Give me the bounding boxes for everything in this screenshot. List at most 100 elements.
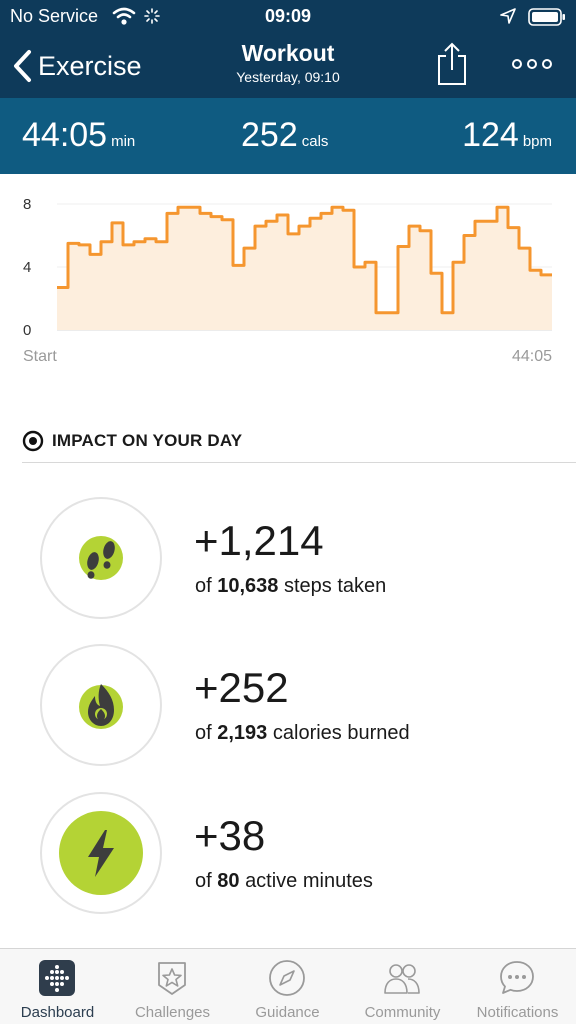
battery-icon	[528, 8, 565, 26]
tab-dashboard-label: Dashboard	[20, 1004, 95, 1021]
tab-community-label: Community	[364, 1004, 441, 1021]
steps-total: 10,638	[217, 575, 279, 597]
chart-segment	[387, 313, 398, 330]
chart-segment	[68, 243, 79, 330]
chart-segment	[266, 221, 277, 330]
chart-segment	[288, 234, 299, 330]
share-icon[interactable]	[436, 42, 468, 86]
chart-segment	[244, 248, 255, 330]
chart-segment	[310, 218, 321, 330]
calories-suffix: calories burned	[272, 722, 410, 744]
chart-segment	[409, 226, 420, 330]
tab-notifications[interactable]: Notifications	[460, 949, 575, 1024]
tab-guidance[interactable]: Guidance	[230, 949, 345, 1024]
tab-bar: Dashboard Challenges Guidance Community …	[0, 948, 576, 1024]
chart-segment	[222, 220, 233, 330]
active-minutes-description: of 80 active minutes	[195, 870, 373, 893]
impact-heading: IMPACT ON YOUR DAY	[52, 431, 243, 450]
activity-chart: 0 4 8 Start 44:05	[0, 174, 576, 374]
impact-row-active-minutes: +38 of 80 active minutes	[0, 792, 576, 916]
status-time: 09:09	[264, 6, 312, 26]
page-title-block: Workout Yesterday, 09:10	[188, 40, 388, 85]
active-minutes-total: 80	[217, 870, 240, 892]
chart-segment	[156, 242, 167, 330]
compass-icon	[269, 960, 305, 996]
tab-notifications-label: Notifications	[476, 1004, 559, 1021]
chart-segment	[167, 213, 178, 330]
tab-guidance-label: Guidance	[255, 1004, 320, 1021]
page-subtitle: Yesterday, 09:10	[236, 69, 340, 85]
chart-segment	[321, 213, 332, 330]
workout-summary: 44:05 min 252 cals 124 bpm	[0, 98, 576, 174]
active-minutes-prefix: of	[195, 870, 212, 892]
impact-section-header: IMPACT ON YOUR DAY	[22, 430, 242, 452]
chat-bubble-icon	[500, 961, 534, 994]
lightning-icon	[59, 811, 143, 895]
status-bar: No Service 09:09	[0, 0, 576, 32]
calories-ring	[40, 644, 162, 766]
tab-challenges-label: Challenges	[134, 1004, 211, 1021]
chart-segment	[453, 262, 464, 330]
chart-segment	[299, 226, 310, 330]
chart-segment	[189, 207, 200, 330]
page-title: Workout	[241, 40, 335, 66]
heart-rate-unit: bpm	[522, 133, 552, 150]
tab-dashboard[interactable]: Dashboard	[0, 949, 115, 1024]
people-icon	[384, 964, 420, 994]
chart-segment	[431, 273, 442, 330]
calories-value: 252	[241, 116, 298, 154]
heart-rate-stat: 124 bpm	[462, 116, 552, 155]
calories-stat: 252 cals	[241, 116, 328, 155]
chart-segment	[464, 236, 475, 331]
chart-segment	[145, 239, 156, 330]
y-tick-label-0: 0	[23, 322, 31, 339]
chart-segment	[486, 221, 497, 330]
active-minutes-suffix: active minutes	[245, 870, 373, 892]
y-tick-label-8: 8	[23, 196, 31, 213]
tab-community[interactable]: Community	[345, 949, 460, 1024]
active-minutes-delta: +38	[194, 812, 266, 859]
app-header: No Service 09:09 Exercise Workout Yester…	[0, 0, 576, 98]
steps-ring	[40, 497, 162, 619]
y-tick-label-4: 4	[23, 259, 31, 276]
dashboard-icon	[39, 960, 75, 996]
chart-segment	[101, 242, 112, 330]
chart-segment	[530, 270, 541, 330]
chart-segment	[508, 228, 519, 330]
calories-prefix: of	[195, 722, 212, 744]
back-button[interactable]: Exercise	[12, 46, 142, 86]
chart-segment	[134, 242, 145, 330]
impact-row-steps: +1,214 of 10,638 steps taken	[0, 497, 576, 621]
more-options-icon[interactable]	[510, 54, 554, 74]
chevron-left-icon	[14, 50, 31, 82]
tab-challenges[interactable]: Challenges	[115, 949, 230, 1024]
chart-segment	[398, 247, 409, 331]
chart-segment	[354, 267, 365, 330]
chart-segment	[343, 210, 354, 330]
chart-segment	[123, 245, 134, 330]
location-arrow-icon	[500, 8, 516, 24]
section-divider	[22, 462, 576, 463]
duration-stat: 44:05 min	[22, 116, 135, 155]
chart-segment	[365, 262, 376, 330]
chart-segment	[376, 313, 387, 330]
x-axis-start-label: Start	[23, 348, 57, 365]
duration-value: 44:05	[22, 116, 108, 154]
chart-segment	[519, 248, 530, 330]
chart-segment	[211, 217, 222, 330]
duration-unit: min	[111, 133, 136, 150]
chart-segment	[57, 288, 68, 331]
back-label: Exercise	[38, 50, 142, 81]
chart-segment	[255, 226, 266, 330]
chart-segment	[442, 313, 453, 330]
active-minutes-ring	[40, 792, 162, 914]
chart-segment	[541, 275, 552, 330]
steps-description: of 10,638 steps taken	[195, 575, 386, 598]
chart-segment	[475, 221, 486, 330]
chart-segment	[90, 254, 101, 330]
target-icon	[22, 430, 44, 452]
chart-segment	[277, 215, 288, 330]
chart-segment	[420, 231, 431, 330]
footsteps-icon	[79, 536, 123, 580]
chart-segment	[497, 207, 508, 330]
